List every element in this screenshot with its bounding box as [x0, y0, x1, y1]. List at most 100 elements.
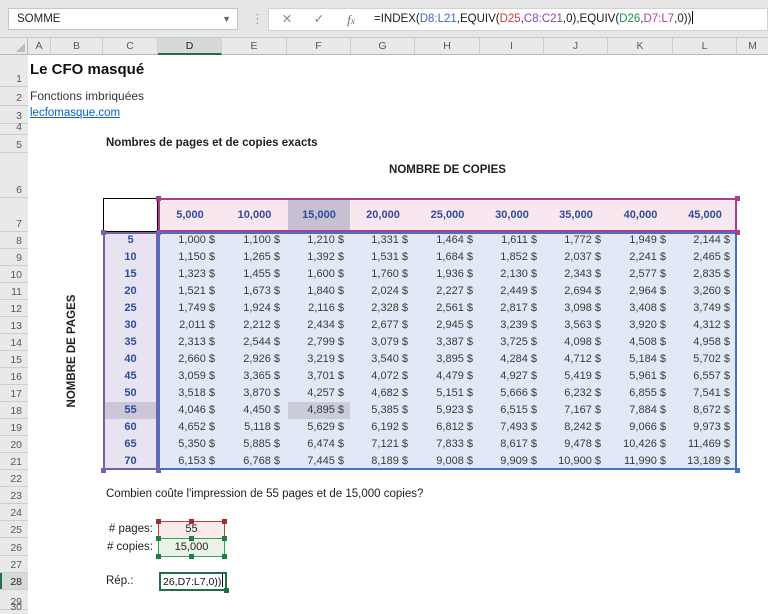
data-cell[interactable]: 5,151 $ [415, 385, 480, 402]
column-header-D[interactable]: D [158, 38, 222, 55]
data-cell[interactable]: 2,561 $ [415, 300, 480, 317]
data-cell[interactable]: 6,557 $ [673, 368, 737, 385]
data-cell[interactable]: 2,964 $ [608, 283, 673, 300]
pages-header-cell[interactable]: 50 [103, 385, 158, 402]
copies-header-cell[interactable]: 35,000 [544, 198, 608, 232]
pages-header-cell[interactable]: 35 [103, 334, 158, 351]
column-header-E[interactable]: E [222, 38, 287, 55]
range-drag-handle[interactable] [224, 588, 229, 593]
range-drag-handle[interactable] [222, 519, 227, 524]
data-cell[interactable]: 4,450 $ [222, 402, 287, 419]
range-drag-handle[interactable] [156, 230, 161, 235]
data-cell[interactable]: 3,895 $ [415, 351, 480, 368]
data-cell[interactable]: 5,350 $ [158, 436, 222, 453]
data-cell[interactable]: 2,677 $ [351, 317, 415, 334]
data-cell[interactable]: 9,909 $ [480, 453, 544, 470]
pages-header-cell[interactable]: 70 [103, 453, 158, 470]
row-header-1[interactable]: 1 [0, 55, 28, 87]
row-header-13[interactable]: 13 [0, 317, 28, 334]
pages-header-cell[interactable]: 15 [103, 266, 158, 283]
data-cell[interactable]: 2,227 $ [415, 283, 480, 300]
data-cell[interactable]: 7,884 $ [608, 402, 673, 419]
row-header-26[interactable]: 26 [0, 538, 28, 556]
data-cell[interactable]: 1,600 $ [287, 266, 351, 283]
data-cell[interactable]: 6,192 $ [351, 419, 415, 436]
row-header-3[interactable]: 3 [0, 106, 28, 124]
column-header-F[interactable]: F [287, 38, 351, 55]
data-cell[interactable]: 5,961 $ [608, 368, 673, 385]
data-cell[interactable]: 4,284 $ [480, 351, 544, 368]
data-cell[interactable]: 7,493 $ [480, 419, 544, 436]
data-cell[interactable]: 3,540 $ [351, 351, 415, 368]
data-cell[interactable]: 6,474 $ [287, 436, 351, 453]
data-cell[interactable]: 3,701 $ [287, 368, 351, 385]
data-cell[interactable]: 1,464 $ [415, 232, 480, 249]
data-cell[interactable]: 3,870 $ [222, 385, 287, 402]
name-box-dropdown-icon[interactable]: ▼ [222, 9, 231, 29]
row-header-15[interactable]: 15 [0, 351, 28, 368]
pages-header-cell[interactable]: 10 [103, 249, 158, 266]
row-header-11[interactable]: 11 [0, 283, 28, 300]
data-cell[interactable]: 4,046 $ [158, 402, 222, 419]
data-cell[interactable]: 1,210 $ [287, 232, 351, 249]
pages-header-cell[interactable]: 60 [103, 419, 158, 436]
data-cell[interactable]: 2,144 $ [673, 232, 737, 249]
data-cell[interactable]: 6,855 $ [608, 385, 673, 402]
data-cell[interactable]: 6,153 $ [158, 453, 222, 470]
column-header-J[interactable]: J [544, 38, 608, 55]
row-header-18[interactable]: 18 [0, 402, 28, 419]
data-cell[interactable]: 3,725 $ [480, 334, 544, 351]
data-cell[interactable]: 9,066 $ [608, 419, 673, 436]
data-cell[interactable]: 3,098 $ [544, 300, 608, 317]
data-cell[interactable]: 2,544 $ [222, 334, 287, 351]
data-cell[interactable]: 2,130 $ [480, 266, 544, 283]
pages-header-cell[interactable]: 5 [103, 232, 158, 249]
data-cell[interactable]: 2,313 $ [158, 334, 222, 351]
column-header-M[interactable]: M [737, 38, 768, 55]
website-link[interactable]: lecfomasque.com [30, 107, 120, 119]
data-cell[interactable]: 2,343 $ [544, 266, 608, 283]
data-cell[interactable]: 6,232 $ [544, 385, 608, 402]
range-drag-handle[interactable] [735, 468, 740, 473]
range-drag-handle[interactable] [222, 536, 227, 541]
data-cell[interactable]: 7,167 $ [544, 402, 608, 419]
data-cell[interactable]: 5,184 $ [608, 351, 673, 368]
data-cell[interactable]: 8,672 $ [673, 402, 737, 419]
data-cell[interactable]: 2,817 $ [480, 300, 544, 317]
row-header-10[interactable]: 10 [0, 266, 28, 283]
row-header-27[interactable]: 27 [0, 556, 28, 573]
row-header-19[interactable]: 19 [0, 419, 28, 436]
data-cell[interactable]: 2,465 $ [673, 249, 737, 266]
data-cell[interactable]: 3,079 $ [351, 334, 415, 351]
data-cell[interactable]: 5,702 $ [673, 351, 737, 368]
row-header-6[interactable]: 6 [0, 153, 28, 198]
data-cell[interactable]: 2,694 $ [544, 283, 608, 300]
data-cell[interactable]: 4,927 $ [480, 368, 544, 385]
data-cell[interactable]: 3,387 $ [415, 334, 480, 351]
pages-header-cell[interactable]: 65 [103, 436, 158, 453]
data-cell[interactable]: 1,673 $ [222, 283, 287, 300]
data-cell[interactable]: 1,531 $ [351, 249, 415, 266]
row-header-14[interactable]: 14 [0, 334, 28, 351]
row-header-24[interactable]: 24 [0, 504, 28, 521]
column-header-B[interactable]: B [51, 38, 103, 55]
pages-header-cell[interactable]: 25 [103, 300, 158, 317]
data-cell[interactable]: 2,577 $ [608, 266, 673, 283]
data-cell[interactable]: 5,666 $ [480, 385, 544, 402]
row-header-28[interactable]: 28 [0, 573, 28, 590]
data-cell[interactable]: 2,799 $ [287, 334, 351, 351]
data-cell[interactable]: 6,768 $ [222, 453, 287, 470]
copies-header-cell[interactable]: 40,000 [608, 198, 673, 232]
row-header-23[interactable]: 23 [0, 487, 28, 504]
data-cell[interactable]: 2,945 $ [415, 317, 480, 334]
range-drag-handle[interactable] [189, 519, 194, 524]
data-cell[interactable]: 1,455 $ [222, 266, 287, 283]
pages-header-cell[interactable]: 20 [103, 283, 158, 300]
data-cell[interactable]: 11,990 $ [608, 453, 673, 470]
data-cell[interactable]: 1,392 $ [287, 249, 351, 266]
data-cell[interactable]: 1,611 $ [480, 232, 544, 249]
copies-header-cell[interactable]: 5,000 [158, 198, 222, 232]
column-header-G[interactable]: G [351, 38, 415, 55]
data-cell[interactable]: 1,265 $ [222, 249, 287, 266]
range-drag-handle[interactable] [735, 230, 740, 235]
